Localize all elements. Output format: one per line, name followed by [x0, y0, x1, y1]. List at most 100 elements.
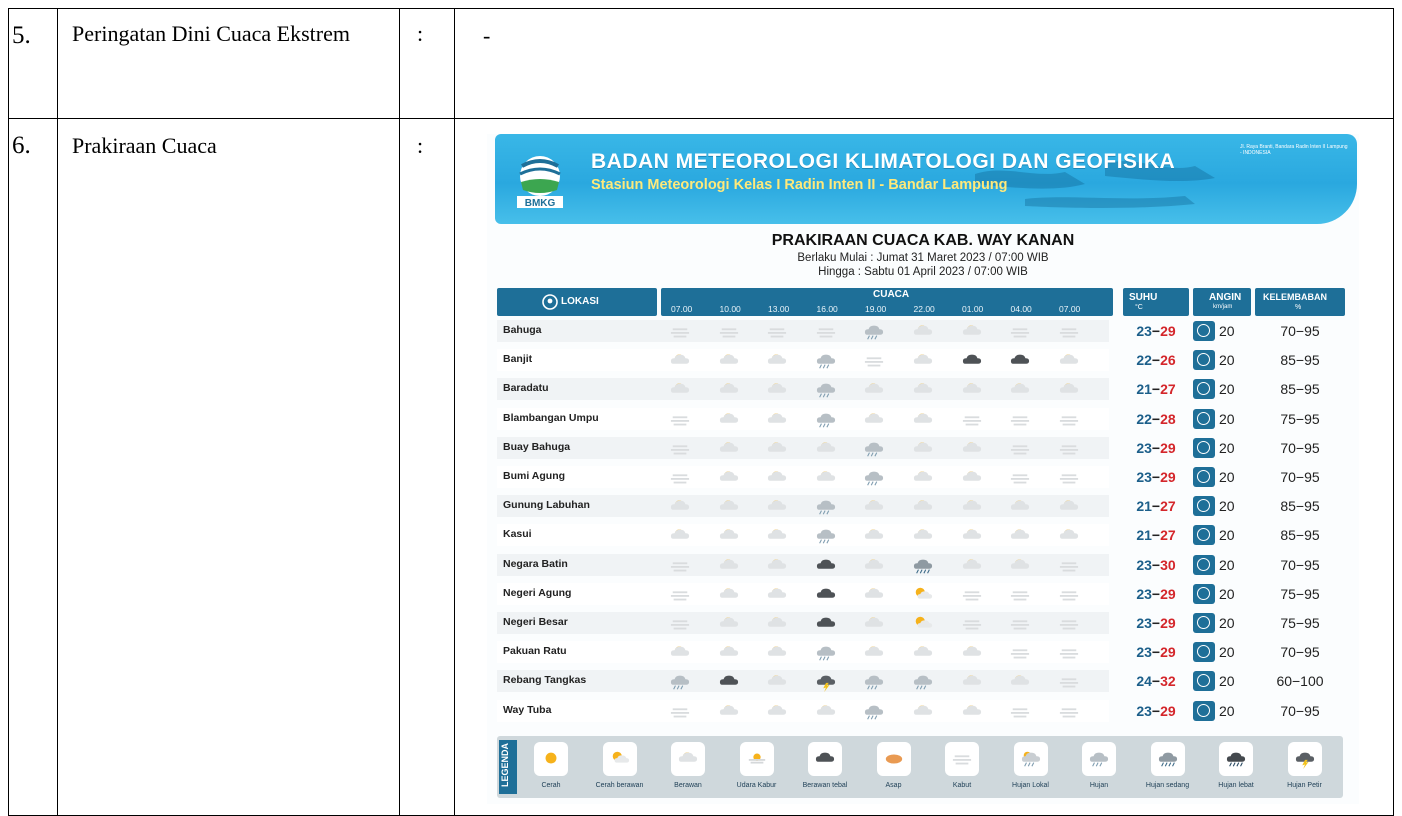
- weather-kabut-icon: [1056, 702, 1082, 720]
- legend-berawan-icon: [671, 742, 705, 776]
- table-border-mid: [8, 118, 1394, 119]
- header-kelembaban: KELEMBABAN %: [1255, 288, 1345, 316]
- wind-direction-icon: [1193, 642, 1215, 663]
- humidity-range: 70−95: [1280, 323, 1320, 339]
- forecast-title: PRAKIRAAN CUACA KAB. WAY KANAN: [771, 232, 1075, 249]
- hour-label: 10.00: [719, 304, 741, 314]
- temp-min: 23: [1136, 469, 1152, 485]
- wind-cell: 20: [1193, 524, 1249, 546]
- temp-max: 29: [1160, 615, 1176, 631]
- legend-cerah-icon: [534, 742, 568, 776]
- hour-label: 13.00: [768, 304, 790, 314]
- wind-speed: 20: [1219, 439, 1235, 456]
- weather-berawan-icon: [959, 439, 985, 457]
- temp-max: 29: [1160, 323, 1176, 339]
- hour-label: 04.00: [1010, 304, 1032, 314]
- weather-kabut-icon: [1056, 410, 1082, 428]
- location-name: Pakuan Ratu: [503, 645, 567, 658]
- weather-berawan-icon: [1007, 380, 1033, 398]
- location-name: Banjit: [503, 353, 533, 366]
- row-6-label: Prakiraan Cuaca: [72, 133, 217, 158]
- wind-speed: 20: [1219, 498, 1235, 515]
- weather-berawan-icon: [813, 468, 839, 486]
- temp-max: 28: [1160, 410, 1176, 427]
- wind-speed: 20: [1219, 381, 1235, 398]
- weather-sedang-icon: [910, 556, 936, 574]
- humidity-range: 85−95: [1280, 381, 1320, 398]
- header-lokasi-label: LOKASI: [561, 296, 599, 307]
- weather-hujan-icon: [861, 439, 887, 457]
- legend-label: Kabut: [952, 782, 972, 789]
- weather-berawan-icon: [910, 322, 936, 340]
- weather-berawan-icon: [959, 556, 985, 574]
- weather-berawan-icon: [764, 351, 790, 369]
- row-5-value: -: [483, 23, 491, 48]
- legend-petir-icon: [1287, 742, 1322, 776]
- weather-hujan-icon: [861, 468, 887, 486]
- weather-berawan-icon: [813, 439, 839, 457]
- weather-berawan-icon: [764, 672, 790, 690]
- weather-kabut-icon: [667, 702, 693, 720]
- weather-berawan-icon: [716, 468, 742, 486]
- legend-label: Hujan sedang: [1145, 782, 1190, 789]
- weather-berawan-icon: [764, 497, 790, 515]
- wind-speed: 20: [1219, 469, 1235, 485]
- legend-sedang-icon: [1150, 742, 1185, 776]
- legend-label: Hujan Lokal: [1012, 782, 1049, 789]
- weather-berawan-icon: [764, 643, 790, 661]
- wind-speed: 20: [1219, 585, 1235, 602]
- weather-kabut-icon: [1056, 643, 1082, 661]
- wind-cell: 20: [1193, 495, 1249, 517]
- weather-hujan-icon: [861, 702, 887, 720]
- legend-label: Hujan Petir: [1287, 782, 1322, 789]
- temperature-range: 22−28: [1136, 410, 1176, 427]
- weather-kabut-icon: [716, 322, 742, 340]
- legend: LEGENDA Cerah Cerah berawan Berawan Udara K…: [497, 736, 1343, 798]
- weather-kabut-icon: [667, 585, 693, 603]
- row-5-number: 5.: [12, 22, 31, 49]
- weather-kabut-icon: [764, 322, 790, 340]
- header-suhu-unit: °C: [1135, 304, 1143, 311]
- temp-min: 23: [1136, 644, 1152, 661]
- weather-hujan-icon: [813, 380, 839, 398]
- legend-tebal-icon: [808, 742, 842, 776]
- weather-kabut-icon: [959, 410, 985, 428]
- temperature-range: 21−27: [1136, 381, 1176, 398]
- wind-speed: 20: [1219, 644, 1235, 661]
- weather-berawan-icon: [764, 439, 790, 457]
- wind-direction-icon: [1193, 583, 1215, 604]
- wind-speed: 20: [1219, 615, 1235, 631]
- row-6-number: 6.: [12, 132, 31, 159]
- weather-berawan-icon: [1056, 526, 1082, 544]
- temp-min: 23: [1136, 585, 1152, 602]
- weather-tebal-icon: [959, 351, 985, 369]
- hour-label: 01.00: [962, 304, 984, 314]
- weather-kabut-icon: [667, 556, 693, 574]
- wind-cell: 20: [1193, 466, 1249, 488]
- weather-berawan-icon: [910, 410, 936, 428]
- header-angin-unit: km/jam: [1213, 304, 1233, 310]
- weather-berawan-icon: [1056, 497, 1082, 515]
- weather-berawan-icon: [813, 702, 839, 720]
- weather-berawan-icon: [910, 643, 936, 661]
- table-border-right: [1393, 8, 1394, 816]
- hour-label: 19.00: [865, 304, 887, 314]
- humidity-range: 85−95: [1280, 498, 1320, 515]
- temp-min: 23: [1136, 615, 1152, 631]
- weather-berawan-icon: [861, 526, 887, 544]
- weather-berawan-icon: [959, 702, 985, 720]
- weather-berawan-icon: [910, 468, 936, 486]
- weather-berawan-icon: [1007, 672, 1033, 690]
- humidity-range: 70−95: [1280, 469, 1320, 485]
- location-name: Way Tuba: [503, 703, 552, 716]
- weather-berawan-icon: [959, 643, 985, 661]
- location-name: Rebang Tangkas: [503, 674, 587, 687]
- legend-label: Udara Kabur: [736, 782, 777, 789]
- weather-tebal-icon: [813, 585, 839, 603]
- weather-kabut-icon: [1007, 643, 1033, 661]
- legend-hujan-icon: [1082, 742, 1116, 776]
- location-name: Negara Batin: [503, 557, 568, 570]
- weather-berawan-icon: [716, 380, 742, 398]
- temp-min: 23: [1136, 556, 1152, 573]
- header-angin: ANGIN km/jam: [1193, 288, 1251, 316]
